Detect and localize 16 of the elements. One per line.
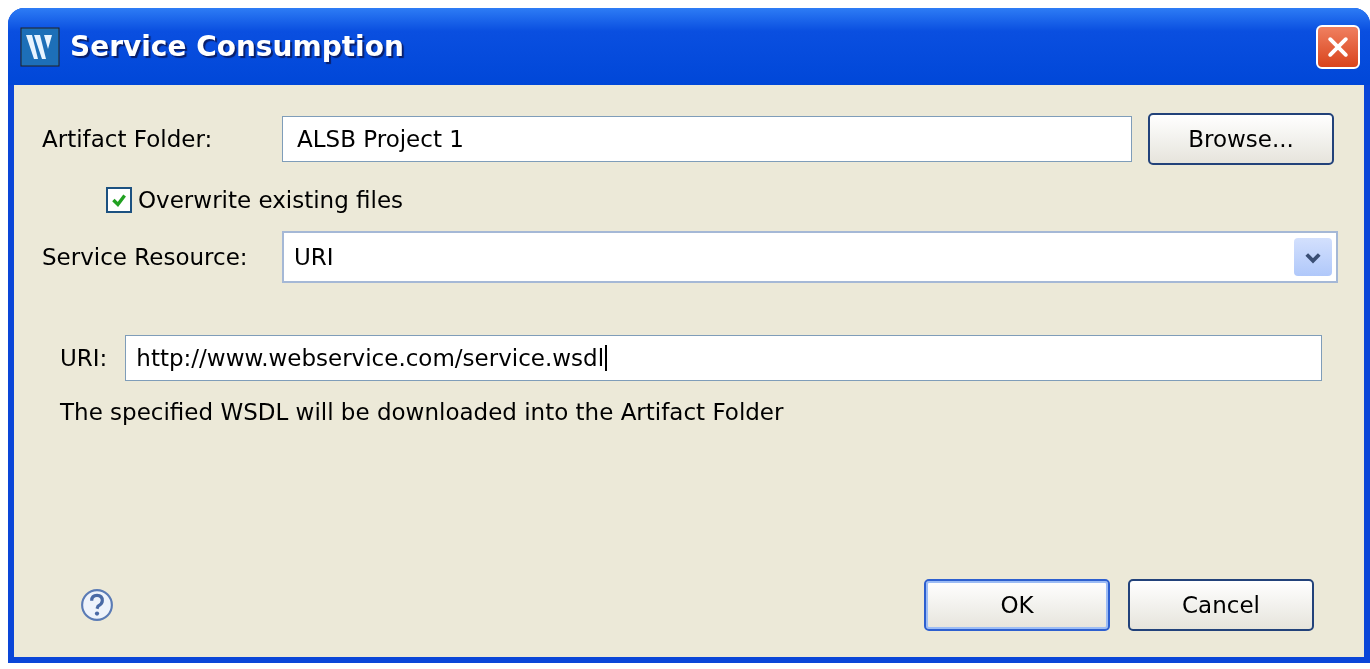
window-title: Service Consumption [70, 30, 405, 63]
close-button[interactable] [1316, 24, 1360, 69]
description-text: The specified WSDL will be downloaded into the Artifact Folder [60, 399, 785, 425]
field-label: URI: [60, 345, 108, 371]
field-label: Service Resource: [42, 244, 249, 270]
checkbox-label: Overwrite existing files [138, 187, 404, 213]
dialog-button[interactable]: OK [924, 579, 1110, 631]
browse-button[interactable]: Browse... [1148, 113, 1334, 165]
dialog-button[interactable]: Cancel [1128, 579, 1314, 631]
help-icon[interactable] [80, 588, 114, 622]
checkbox[interactable] [106, 187, 132, 213]
text-field[interactable]: ALSB Project 1 [282, 116, 1132, 162]
text-field[interactable]: http://www.webservice.com/service.wsdl [125, 335, 1322, 381]
field-label: Artifact Folder: [42, 126, 214, 152]
app-logo-icon [20, 26, 60, 67]
dropdown[interactable]: URI [282, 231, 1338, 283]
